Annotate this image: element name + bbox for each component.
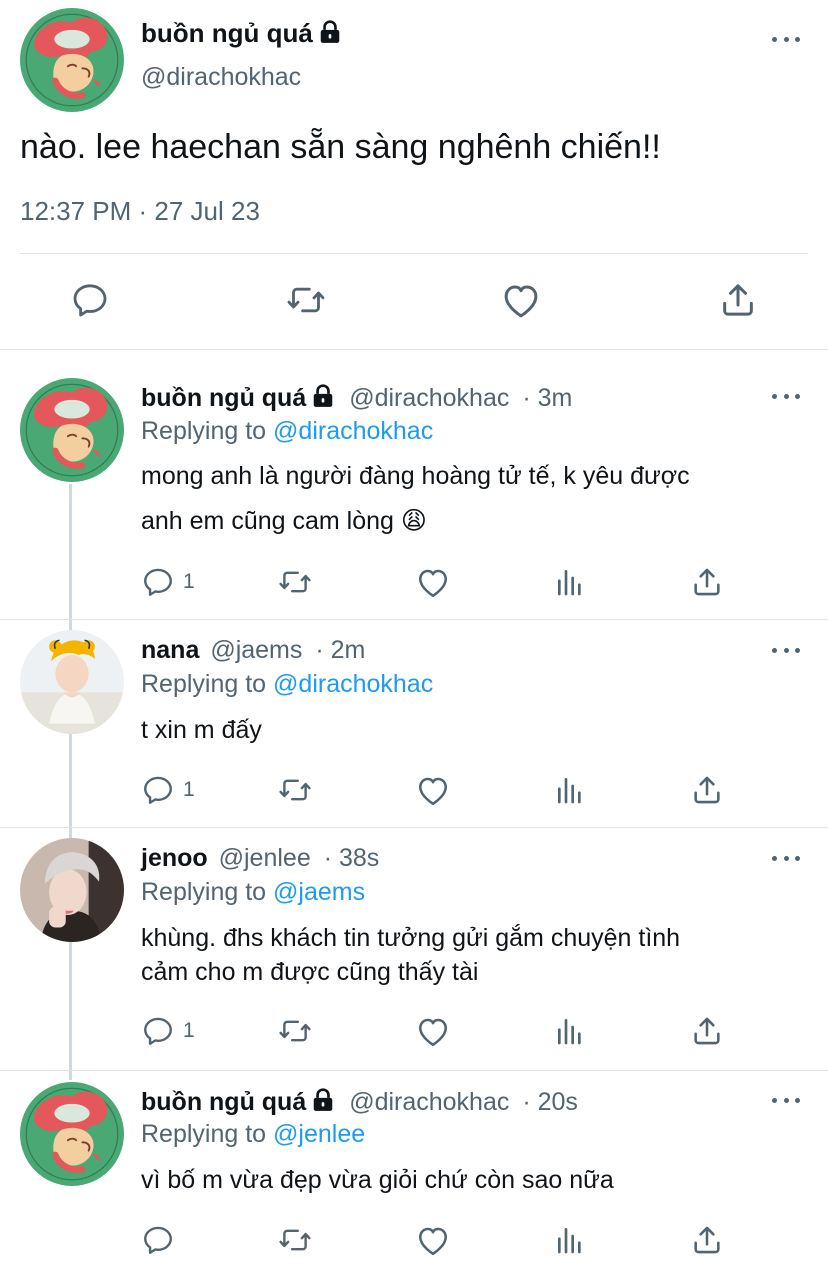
replying-to-link[interactable]: @jenlee xyxy=(273,1120,365,1148)
divider xyxy=(0,827,828,828)
reply-action[interactable]: 1 xyxy=(141,565,195,599)
reply-time[interactable]: · 20s xyxy=(522,1088,578,1116)
lock-icon xyxy=(312,384,334,408)
reply-time[interactable]: · 2m xyxy=(315,636,365,664)
handle[interactable]: @jenlee xyxy=(219,844,311,872)
reply-icon[interactable] xyxy=(70,280,110,320)
replying-label: Replying to xyxy=(141,1120,267,1148)
replying-label: Replying to xyxy=(141,670,267,698)
avatar[interactable] xyxy=(20,630,124,734)
avatar[interactable] xyxy=(20,378,124,482)
avatar[interactable] xyxy=(20,838,124,942)
tweet-timestamp[interactable]: 12:37 PM · 27 Jul 23 xyxy=(20,196,260,227)
analytics-icon[interactable] xyxy=(554,566,586,598)
reply-time[interactable]: · 3m xyxy=(522,384,572,412)
more-options-icon[interactable] xyxy=(772,1095,800,1105)
share-icon[interactable] xyxy=(690,1014,724,1048)
reply-text-line: t xin m đấy xyxy=(141,716,262,744)
replying-to-link[interactable]: @dirachokhac xyxy=(273,670,433,698)
avatar[interactable] xyxy=(20,8,124,112)
display-name[interactable]: buồn ngủ quá xyxy=(141,18,313,48)
replying-to-link[interactable]: @jaems xyxy=(273,878,365,906)
share-icon[interactable] xyxy=(690,565,724,599)
reply-text-line: anh em cũng cam lòng 😩 xyxy=(141,507,427,535)
like-icon[interactable] xyxy=(500,280,542,322)
display-name[interactable]: nana xyxy=(141,636,199,664)
reply-count: 1 xyxy=(183,1019,195,1042)
retweet-icon[interactable] xyxy=(276,1223,314,1257)
handle[interactable]: @dirachokhac xyxy=(141,63,301,92)
display-name[interactable]: buồn ngủ quá xyxy=(141,1088,306,1116)
reply-icon[interactable] xyxy=(141,1223,175,1257)
replying-to-link[interactable]: @dirachokhac xyxy=(273,417,433,445)
display-name[interactable]: buồn ngủ quá xyxy=(141,384,306,412)
handle[interactable]: @jaems xyxy=(210,636,302,664)
thread-line xyxy=(69,484,72,1080)
share-icon[interactable] xyxy=(690,773,724,807)
like-icon[interactable] xyxy=(415,773,451,809)
retweet-icon[interactable] xyxy=(284,280,328,320)
divider xyxy=(20,253,808,254)
replying-label: Replying to xyxy=(141,417,267,445)
more-options-icon[interactable] xyxy=(772,645,800,655)
reply-action[interactable]: 1 xyxy=(141,773,195,807)
replying-label: Replying to xyxy=(141,878,267,906)
share-icon[interactable] xyxy=(718,280,758,320)
handle[interactable]: @dirachokhac xyxy=(349,384,509,412)
divider xyxy=(0,619,828,620)
share-icon[interactable] xyxy=(690,1223,724,1257)
reply-icon xyxy=(141,1014,175,1048)
avatar[interactable] xyxy=(20,1082,124,1186)
reply-text-line: mong anh là người đàng hoàng tử tế, k yê… xyxy=(141,462,690,490)
handle[interactable]: @dirachokhac xyxy=(349,1088,509,1116)
divider xyxy=(0,1070,828,1071)
reply-time[interactable]: · 38s xyxy=(324,844,380,872)
reply-icon xyxy=(141,773,175,807)
retweet-icon[interactable] xyxy=(276,565,314,599)
like-icon[interactable] xyxy=(415,1223,451,1259)
more-options-icon[interactable] xyxy=(772,853,800,863)
retweet-icon[interactable] xyxy=(276,773,314,807)
display-name[interactable]: jenoo xyxy=(141,844,208,872)
analytics-icon[interactable] xyxy=(554,1224,586,1256)
reply-count: 1 xyxy=(183,778,195,801)
more-options-icon[interactable] xyxy=(772,391,800,401)
reply-text-line: cảm cho m được cũng thấy tài xyxy=(141,958,479,986)
tweet-text: nào. lee haechan sẵn sàng nghênh chiến!! xyxy=(20,128,661,166)
lock-icon xyxy=(312,1088,334,1112)
reply-icon xyxy=(141,565,175,599)
reply-count: 1 xyxy=(183,570,195,593)
like-icon[interactable] xyxy=(415,1014,451,1050)
like-icon[interactable] xyxy=(415,565,451,601)
more-options-icon[interactable] xyxy=(772,34,800,44)
divider xyxy=(0,349,828,350)
reply-text-line: vì bố m vừa đẹp vừa giỏi chứ còn sao nữa xyxy=(141,1166,614,1194)
reply-text-line: khùng. đhs khách tin tưởng gửi gắm chuyệ… xyxy=(141,924,681,952)
retweet-icon[interactable] xyxy=(276,1014,314,1048)
reply-action[interactable]: 1 xyxy=(141,1014,195,1048)
analytics-icon[interactable] xyxy=(554,1015,586,1047)
lock-icon xyxy=(319,20,341,44)
analytics-icon[interactable] xyxy=(554,774,586,806)
